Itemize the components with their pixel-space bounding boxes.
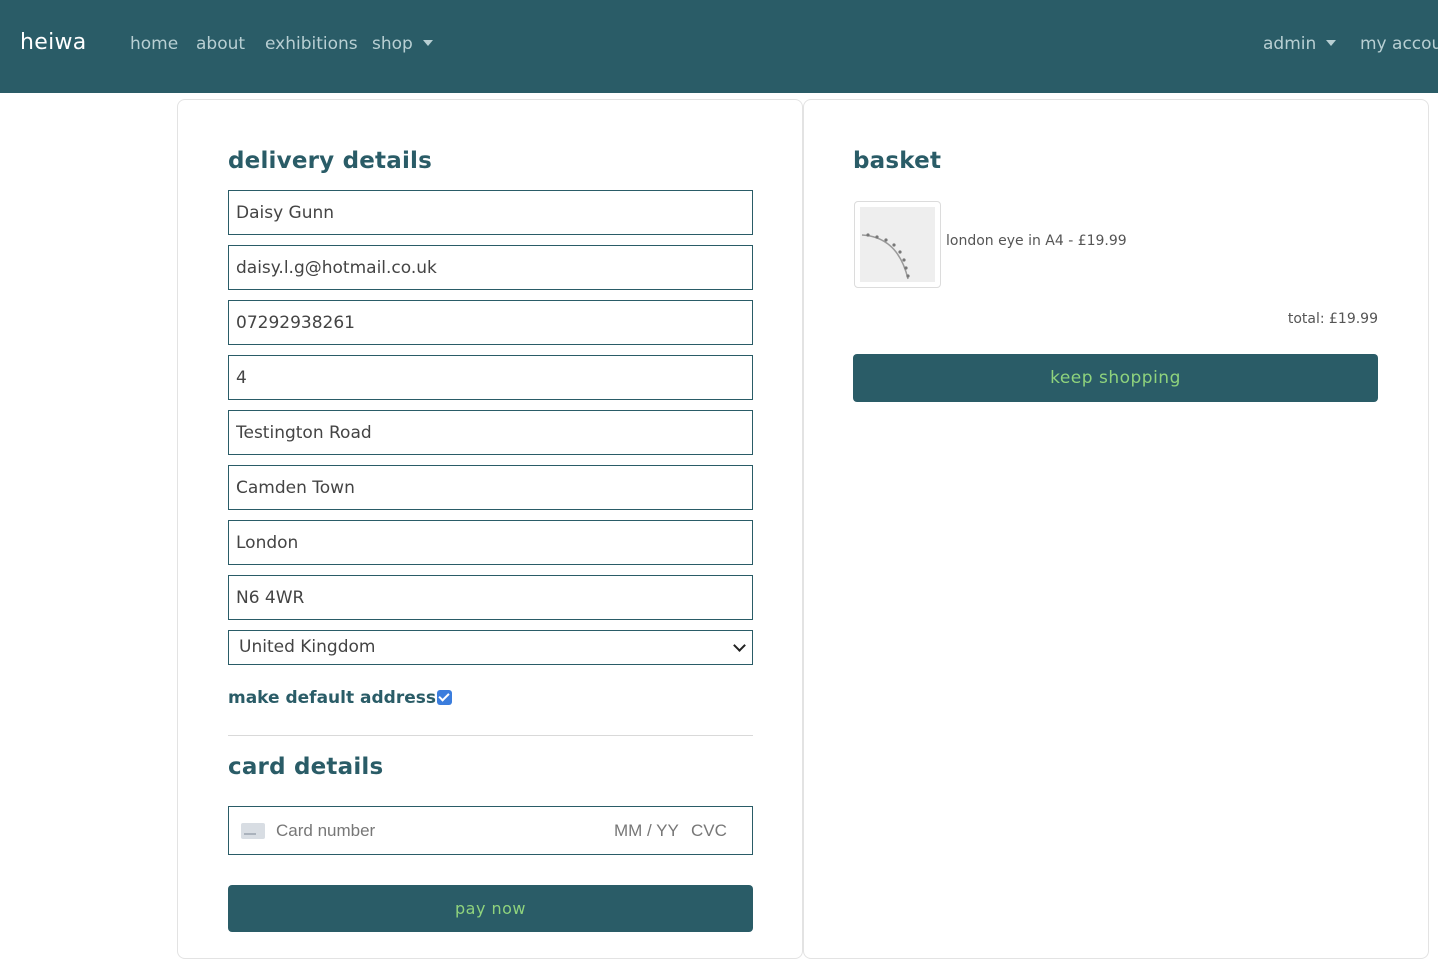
card-element-field[interactable]: Card number MM / YY CVC bbox=[228, 806, 753, 855]
nav-admin-label: admin bbox=[1263, 34, 1317, 54]
card-cvc-placeholder[interactable]: CVC bbox=[691, 821, 727, 841]
basket-card: basket london eye in A4 - £19.99 total: … bbox=[803, 99, 1429, 959]
street-address1-field[interactable] bbox=[228, 355, 753, 400]
phone-number-field[interactable] bbox=[228, 300, 753, 345]
postcode-field[interactable] bbox=[228, 575, 753, 620]
full-name-field[interactable] bbox=[228, 190, 753, 235]
basket-total: total: £19.99 bbox=[1287, 311, 1378, 327]
nav-home[interactable]: home bbox=[130, 34, 178, 54]
london-eye-icon bbox=[861, 233, 910, 280]
town-or-city-field[interactable] bbox=[228, 465, 753, 510]
chevron-down-icon bbox=[422, 40, 433, 46]
country-select[interactable]: United Kingdom bbox=[228, 630, 753, 665]
pay-now-button[interactable]: pay now bbox=[228, 885, 753, 932]
nav-shop-dropdown[interactable]: shop bbox=[372, 34, 433, 54]
nav-exhibitions[interactable]: exhibitions bbox=[265, 34, 358, 54]
london-eye-image bbox=[860, 207, 935, 282]
country-select-value: United Kingdom bbox=[239, 637, 376, 657]
basket-heading: basket bbox=[853, 148, 942, 174]
brand-logo[interactable]: heiwa bbox=[20, 30, 87, 55]
basket-item-label: london eye in A4 - £19.99 bbox=[946, 233, 1127, 249]
nav-my-account[interactable]: my account bbox=[1360, 34, 1438, 54]
default-address-checkbox[interactable] bbox=[437, 690, 452, 705]
basket-item-thumbnail[interactable] bbox=[854, 201, 941, 288]
keep-shopping-button[interactable]: keep shopping bbox=[853, 354, 1378, 402]
card-number-placeholder[interactable]: Card number bbox=[276, 821, 375, 841]
nav-admin-dropdown[interactable]: admin bbox=[1263, 34, 1337, 54]
email-field[interactable] bbox=[228, 245, 753, 290]
street-address2-field[interactable] bbox=[228, 410, 753, 455]
credit-card-icon bbox=[241, 823, 265, 839]
section-divider bbox=[228, 735, 753, 736]
delivery-details-heading: delivery details bbox=[228, 148, 433, 174]
county-field[interactable] bbox=[228, 520, 753, 565]
card-details-heading: card details bbox=[228, 754, 384, 780]
chevron-down-icon bbox=[1326, 40, 1337, 46]
nav-about[interactable]: about bbox=[196, 34, 245, 54]
chevron-down-icon bbox=[733, 639, 746, 652]
card-expiry-placeholder[interactable]: MM / YY bbox=[614, 821, 679, 841]
top-navbar: heiwa home about exhibitions shop admin … bbox=[0, 0, 1438, 93]
checkout-form-card: delivery details United Kingdom make def… bbox=[177, 99, 803, 959]
nav-shop-label: shop bbox=[372, 34, 413, 54]
default-address-label: make default address: bbox=[228, 688, 443, 708]
